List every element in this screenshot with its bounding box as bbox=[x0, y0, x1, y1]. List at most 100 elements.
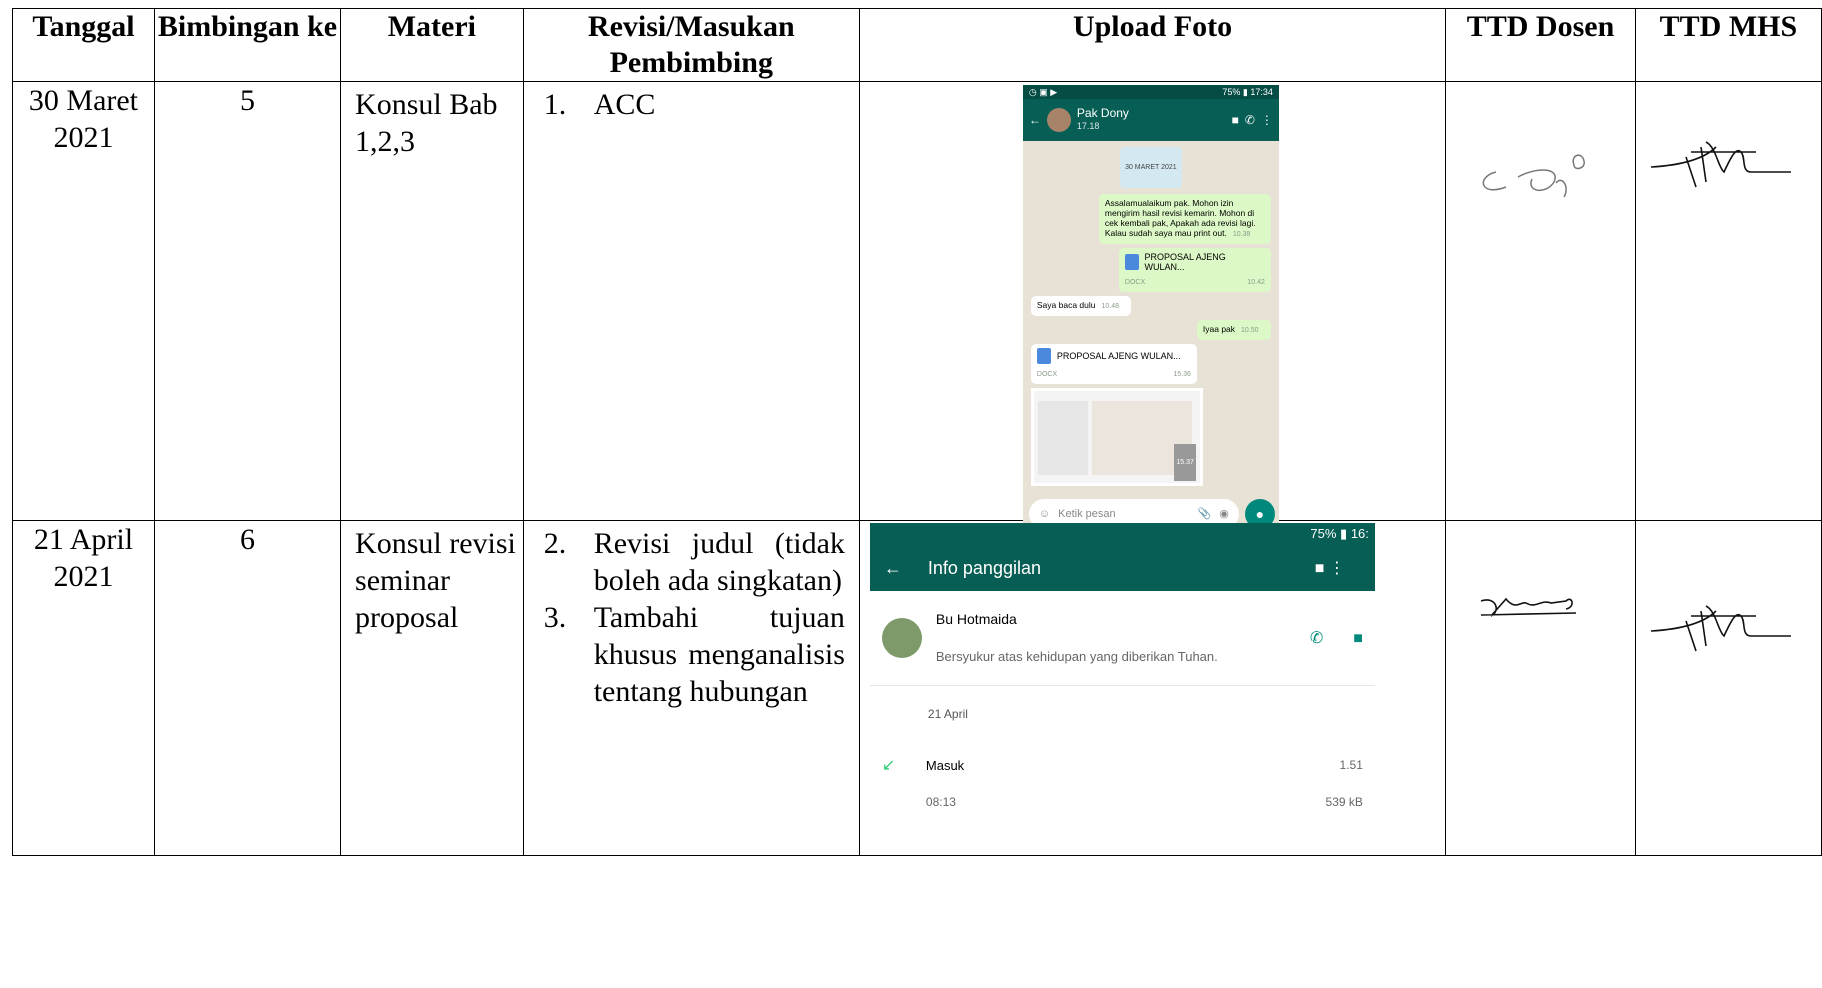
phone-status-bar: 75% ▮ 16: bbox=[869, 523, 1375, 545]
revisi-list: 2. Revisi judul (tidak boleh ada singkata… bbox=[524, 521, 859, 710]
more-vert-icon: ⋮ bbox=[1260, 112, 1273, 127]
ttd-mhs-cell bbox=[1634, 520, 1822, 856]
revisi-cell: 2. Revisi judul (tidak boleh ada singkata… bbox=[522, 520, 860, 856]
bimbingan-text: 5 bbox=[239, 84, 255, 117]
table-row: 30 Maret 2021 5 Konsul Bab 1,2,3 1. ACC ◷… bbox=[12, 81, 1822, 535]
message-time: 10.48 bbox=[1101, 303, 1120, 310]
materi-text: Konsul revisi seminar proposal bbox=[355, 527, 516, 634]
revisi-cell: 1. ACC bbox=[522, 81, 860, 521]
date-chip: 30 MARET 2021 bbox=[1119, 147, 1182, 188]
upload-foto-cell: 75% ▮ 16: ← Info panggilan ■ ⋮ Bu Hotmai… bbox=[858, 520, 1447, 856]
upload-foto-cell: ◷ ▣ ▶ 75% ▮ 17:34 ← Pak Dony 17.18 ■ ✆ ⋮ 3… bbox=[858, 81, 1447, 535]
ttd-mhs-cell bbox=[1634, 81, 1822, 521]
document-icon bbox=[1036, 348, 1051, 364]
video-call-icon: ■ bbox=[1231, 112, 1239, 127]
status-icons: ◷ ▣ ▶ bbox=[1028, 87, 1058, 97]
revisi-item: 1. ACC bbox=[544, 86, 845, 123]
bimbingan-cell: 5 bbox=[153, 81, 342, 521]
document-bubble-in: PROPOSAL AJENG WULAN... DOCX 15.36 bbox=[1030, 344, 1197, 384]
signature-mhs-image bbox=[1650, 605, 1791, 652]
header-tanggal: Tanggal bbox=[12, 8, 155, 82]
header-ttd-mhs: TTD MHS bbox=[1634, 8, 1822, 82]
signature-dosen-image bbox=[1482, 154, 1586, 198]
chat-bubble-out: Iyaa pak 10.50 bbox=[1196, 320, 1271, 340]
contact-name: Pak Dony bbox=[1076, 106, 1129, 120]
header-bimbingan: Bimbingan ke bbox=[153, 8, 342, 82]
call-entry: ↙ Masuk 08:13 1.51 539 kB bbox=[870, 733, 1375, 813]
revisi-text: Tambahi tujuan khusus menganalisis tenta… bbox=[593, 601, 845, 708]
chat-bubble-out: Assalamualaikum pak. Mohon izin mengirim… bbox=[1098, 194, 1271, 244]
revisi-list: 1. ACC bbox=[524, 82, 859, 123]
message-icon: ■ ⋮ bbox=[1314, 559, 1345, 577]
phone-icon: ✆ bbox=[1309, 629, 1324, 647]
materi-text: Konsul Bab 1,2,3 bbox=[355, 88, 498, 158]
message-time: 10.50 bbox=[1241, 327, 1259, 334]
message-text: Iyaa pak bbox=[1202, 324, 1236, 334]
document-type: DOCX bbox=[1036, 371, 1058, 378]
contact-name: Bu Hotmaida bbox=[935, 611, 1017, 627]
call-day: 21 April bbox=[927, 707, 968, 721]
avatar bbox=[1046, 108, 1071, 132]
materi-cell: Konsul revisi seminar proposal bbox=[340, 520, 524, 856]
contact-info: Pak Dony 17.18 bbox=[1077, 107, 1226, 133]
back-arrow-icon: ← bbox=[1028, 112, 1041, 127]
header-materi: Materi bbox=[340, 8, 524, 82]
tanggal-cell: 30 Maret 2021 bbox=[12, 81, 155, 521]
status-time: 75% ▮ 16: bbox=[1310, 526, 1369, 541]
message-time: 15.37 bbox=[1174, 444, 1196, 481]
tanggal-text: 21 April 2021 bbox=[33, 523, 134, 593]
contact-last-seen: 17.18 bbox=[1076, 121, 1100, 131]
document-name: PROPOSAL AJENG WULAN... bbox=[1144, 252, 1226, 272]
materi-cell: Konsul Bab 1,2,3 bbox=[340, 81, 524, 521]
revisi-number: 3. bbox=[543, 601, 567, 634]
guidance-log-table: Tanggal Bimbingan ke Materi Revisi/Masuk… bbox=[12, 8, 1822, 856]
phone-status-bar: ◷ ▣ ▶ 75% ▮ 17:34 bbox=[1022, 85, 1279, 99]
status-time: 75% ▮ 17:34 bbox=[1222, 87, 1273, 97]
message-time: 10.38 bbox=[1232, 231, 1251, 238]
revisi-text: ACC bbox=[593, 88, 656, 121]
revisi-text: Revisi judul (tidak boleh ada singkatan) bbox=[593, 527, 845, 597]
header-upload-foto: Upload Foto bbox=[858, 8, 1447, 82]
bimbingan-cell: 6 bbox=[153, 520, 342, 856]
revisi-number: 2. bbox=[543, 527, 567, 560]
header-ttd-dosen: TTD Dosen bbox=[1445, 8, 1636, 82]
table-row: 21 April 2021 6 Konsul revisi seminar pr… bbox=[12, 520, 1822, 856]
incoming-call-arrow-icon: ↙ bbox=[881, 757, 896, 774]
document-icon bbox=[1124, 254, 1139, 270]
document-name: PROPOSAL AJENG WULAN... bbox=[1056, 351, 1181, 361]
image-message-thumbnail: 15.37 bbox=[1030, 388, 1203, 486]
call-info-title: Info panggilan bbox=[927, 557, 1041, 578]
revisi-item: 2. Revisi judul (tidak boleh ada singkata… bbox=[544, 525, 845, 599]
bimbingan-text: 6 bbox=[239, 523, 255, 556]
chat-header: ← Pak Dony 17.18 ■ ✆ ⋮ bbox=[1022, 99, 1279, 141]
chat-bubble-in: Saya baca dulu 10.48 bbox=[1030, 296, 1131, 316]
call-time: 08:13 bbox=[925, 795, 956, 809]
call-type: Masuk bbox=[925, 758, 965, 773]
call-info-header: ← Info panggilan ■ ⋮ bbox=[869, 545, 1375, 591]
document-type: DOCX bbox=[1124, 279, 1146, 286]
header-row: Tanggal Bimbingan ke Materi Revisi/Masuk… bbox=[12, 8, 1822, 82]
phone-icon: ✆ bbox=[1244, 112, 1255, 127]
avatar bbox=[881, 618, 922, 658]
call-size: 539 kB bbox=[1325, 795, 1363, 809]
signature-dosen-image bbox=[1480, 597, 1577, 617]
ttd-dosen-cell bbox=[1445, 81, 1636, 521]
document-bubble-out: PROPOSAL AJENG WULAN... DOCX 10.42 bbox=[1118, 248, 1271, 292]
whatsapp-call-info-screenshot: 75% ▮ 16: ← Info panggilan ■ ⋮ Bu Hotmai… bbox=[869, 523, 1375, 813]
message-text: Saya baca dulu bbox=[1036, 300, 1096, 310]
signature-mhs-image bbox=[1650, 141, 1791, 188]
revisi-number: 1. bbox=[543, 88, 567, 121]
message-time: 15.36 bbox=[1173, 371, 1191, 378]
contact-status: Bersyukur atas kehidupan yang diberikan … bbox=[935, 649, 1218, 664]
revisi-item: 3. Tambahi tujuan khusus menganalisis ten… bbox=[544, 599, 845, 710]
video-call-icon: ■ bbox=[1353, 629, 1363, 647]
tanggal-text: 30 Maret 2021 bbox=[28, 84, 139, 154]
call-duration: 1.51 bbox=[1339, 758, 1363, 772]
ttd-dosen-cell bbox=[1445, 520, 1636, 856]
back-arrow-icon: ← bbox=[883, 557, 902, 578]
tanggal-cell: 21 April 2021 bbox=[12, 520, 155, 856]
whatsapp-chat-screenshot: ◷ ▣ ▶ 75% ▮ 17:34 ← Pak Dony 17.18 ■ ✆ ⋮ 3… bbox=[1022, 85, 1279, 535]
message-time: 10.42 bbox=[1247, 279, 1265, 286]
contact-row: Bu Hotmaida Bersyukur atas kehidupan yang… bbox=[869, 591, 1375, 686]
header-revisi: Revisi/Masukan Pembimbing bbox=[522, 8, 860, 82]
